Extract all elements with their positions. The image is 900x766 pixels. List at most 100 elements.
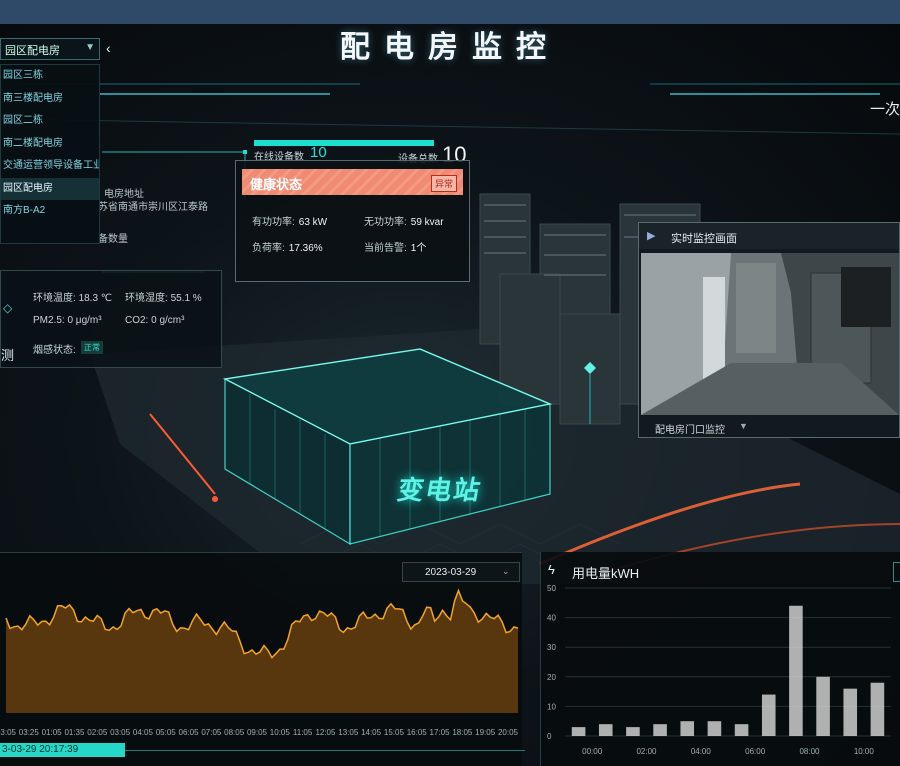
env-co2-value: 0 g/cm³ <box>151 315 185 326</box>
panel-edge-button[interactable] <box>893 562 900 582</box>
chevron-left-icon[interactable]: ‹ <box>106 40 111 56</box>
usage-bar <box>870 682 885 736</box>
camera-icon: ▶ <box>647 230 656 242</box>
live-monitor-header: ▶ 实时监控画面 <box>639 223 899 249</box>
x-tick-label: 04:05 <box>133 728 154 737</box>
current-alarm-label: 当前告警: <box>364 243 407 254</box>
x-tick-label: 03:25 <box>19 728 40 737</box>
status-badge: 异常 <box>430 175 457 192</box>
dropdown-option[interactable]: 园区三栋 <box>1 65 99 88</box>
device-count-label: 备数量 <box>98 234 128 245</box>
x-tick-label: 08:00 <box>799 747 820 756</box>
x-tick-label: 20:05 <box>498 728 519 737</box>
y-tick-label: 10 <box>547 702 556 711</box>
x-tick-label: 13:05 <box>338 728 359 737</box>
health-status-header: 健康状态 异常 <box>242 169 463 195</box>
x-tick-label: 18:05 <box>452 728 473 737</box>
x-tick-label: 11:05 <box>293 728 313 737</box>
usage-bar <box>598 724 613 736</box>
x-tick-label: 01:35 <box>64 728 85 737</box>
location-select-value: 园区配电房 <box>5 45 60 57</box>
y-tick-label: 40 <box>547 614 556 623</box>
load-rate-value: 17.36% <box>288 243 323 254</box>
smoke-status-badge: 正常 <box>81 341 103 354</box>
x-tick-label: 14:05 <box>361 728 382 737</box>
usage-bar <box>761 694 776 736</box>
footer-divider <box>125 750 525 751</box>
x-tick-label: 06:00 <box>745 747 766 756</box>
dropdown-option[interactable]: 交通运营领导设备工业 <box>1 155 99 178</box>
power-usage-panel: 50 40 30 20 10 0 00:00 02:00 04:00 06:00 08:00 10:0… <box>540 552 900 766</box>
power-usage-chart: 50 40 30 20 10 0 00:00 02:00 04:00 06:00 08:00 10:0… <box>547 584 891 756</box>
dropdown-option[interactable]: 南三楼配电房 <box>1 88 99 111</box>
x-tick-label: 00:00 <box>582 747 603 756</box>
usage-bar <box>816 676 830 736</box>
x-tick-label: 01:05 <box>42 728 63 737</box>
env-humidity-label: 环境湿度: <box>125 293 168 304</box>
x-tick-label: 02:00 <box>636 747 657 756</box>
env-pm25: PM2.5: 0 μg/m³ <box>33 315 102 326</box>
env-temperature-label: 环境温度: <box>33 293 76 304</box>
load-rate-label: 负荷率: <box>252 243 285 254</box>
x-tick-label: 03:05 <box>0 728 17 737</box>
window-titlebar <box>0 0 900 24</box>
x-tick-label: 09:05 <box>247 728 268 737</box>
usage-bar <box>653 724 667 736</box>
camera-feed[interactable] <box>641 253 899 415</box>
current-alarm-value: 1个 <box>410 243 427 254</box>
x-tick-label: 04:00 <box>691 747 712 756</box>
env-smoke-label: 烟感状态: <box>33 345 76 356</box>
health-status-title: 健康状态 <box>250 177 303 192</box>
diamond-icon: ◇ <box>3 301 13 315</box>
location-dropdown-list: 园区三栋 南三楼配电房 园区二栋 南二楼配电房 交通运营领导设备工业 园区配电房… <box>0 64 100 244</box>
dropdown-option-selected[interactable]: 园区配电房 <box>1 177 99 200</box>
x-tick-label: 12:05 <box>315 728 336 737</box>
corner-text: 一次 <box>869 101 900 118</box>
x-tick-label: 03:05 <box>110 728 131 737</box>
x-tick-label: 16:05 <box>407 728 428 737</box>
active-power-label: 有功功率: <box>252 217 295 228</box>
env-temperature: 环境温度: 18.3 ℃ <box>33 289 112 304</box>
substation-label: 变电站 <box>395 475 485 505</box>
active-power: 有功功率: 63 kW <box>252 213 327 228</box>
env-humidity-value: 55.1 % <box>170 293 202 304</box>
environment-panel: ◇ 环境温度: 18.3 ℃ 环境湿度: 55.1 % PM2.5: 0 μg/… <box>0 270 222 368</box>
chevron-down-icon: ▼ <box>85 42 95 53</box>
online-devices-value: 10 <box>310 144 327 161</box>
online-devices-bar-fill <box>254 140 434 146</box>
env-humidity: 环境湿度: 55.1 % <box>125 289 202 304</box>
current-alarm: 当前告警: 1个 <box>364 239 426 254</box>
usage-bar <box>680 721 695 736</box>
chevron-down-icon[interactable]: ⌄ <box>502 566 510 577</box>
x-tick-label: 02:05 <box>87 728 108 737</box>
dropdown-option[interactable]: 南二楼配电房 <box>1 133 99 156</box>
env-temperature-value: 18.3 ℃ <box>78 293 113 304</box>
load-rate: 负荷率: 17.36% <box>252 239 323 254</box>
camera-select[interactable]: 配电房门口监控 <box>655 421 725 436</box>
trend-area <box>6 590 518 713</box>
usage-bar <box>571 727 586 736</box>
reactive-power-value: 59 kvar <box>410 217 444 228</box>
usage-bar <box>626 727 640 736</box>
live-monitor-panel: ▶ 实时监控画面 配电房门口监控 ▼ <box>638 222 900 438</box>
power-usage-title: 用电量kWH <box>572 566 640 581</box>
usage-bar <box>707 721 722 736</box>
usage-bar <box>734 724 749 736</box>
y-tick-label: 50 <box>547 584 556 593</box>
x-tick-label: 10:00 <box>854 747 875 756</box>
y-tick-label: 20 <box>547 673 556 682</box>
location-select[interactable]: 园区配电房 ▼ <box>0 38 100 60</box>
footer-timestamp: 3-03-29 20:17:39 <box>0 743 125 757</box>
online-devices-bar <box>254 140 434 146</box>
env-side-text: 测 <box>1 348 15 363</box>
usage-bar <box>789 605 803 736</box>
dropdown-option[interactable]: 园区二栋 <box>1 110 99 133</box>
env-pm25-value: 0 μg/m³ <box>67 315 102 326</box>
date-picker-value: 2023-03-29 <box>425 567 477 578</box>
dropdown-option[interactable]: 南方B-A2 <box>1 200 99 223</box>
reactive-power: 无功功率: 59 kvar <box>364 213 444 228</box>
chevron-down-icon[interactable]: ▼ <box>739 421 748 431</box>
usage-bar <box>843 688 858 736</box>
power-trend-panel: 03:0503:2501:0501:3502:0503:0504:0505:05… <box>0 552 522 766</box>
y-tick-label: 0 <box>547 732 552 741</box>
